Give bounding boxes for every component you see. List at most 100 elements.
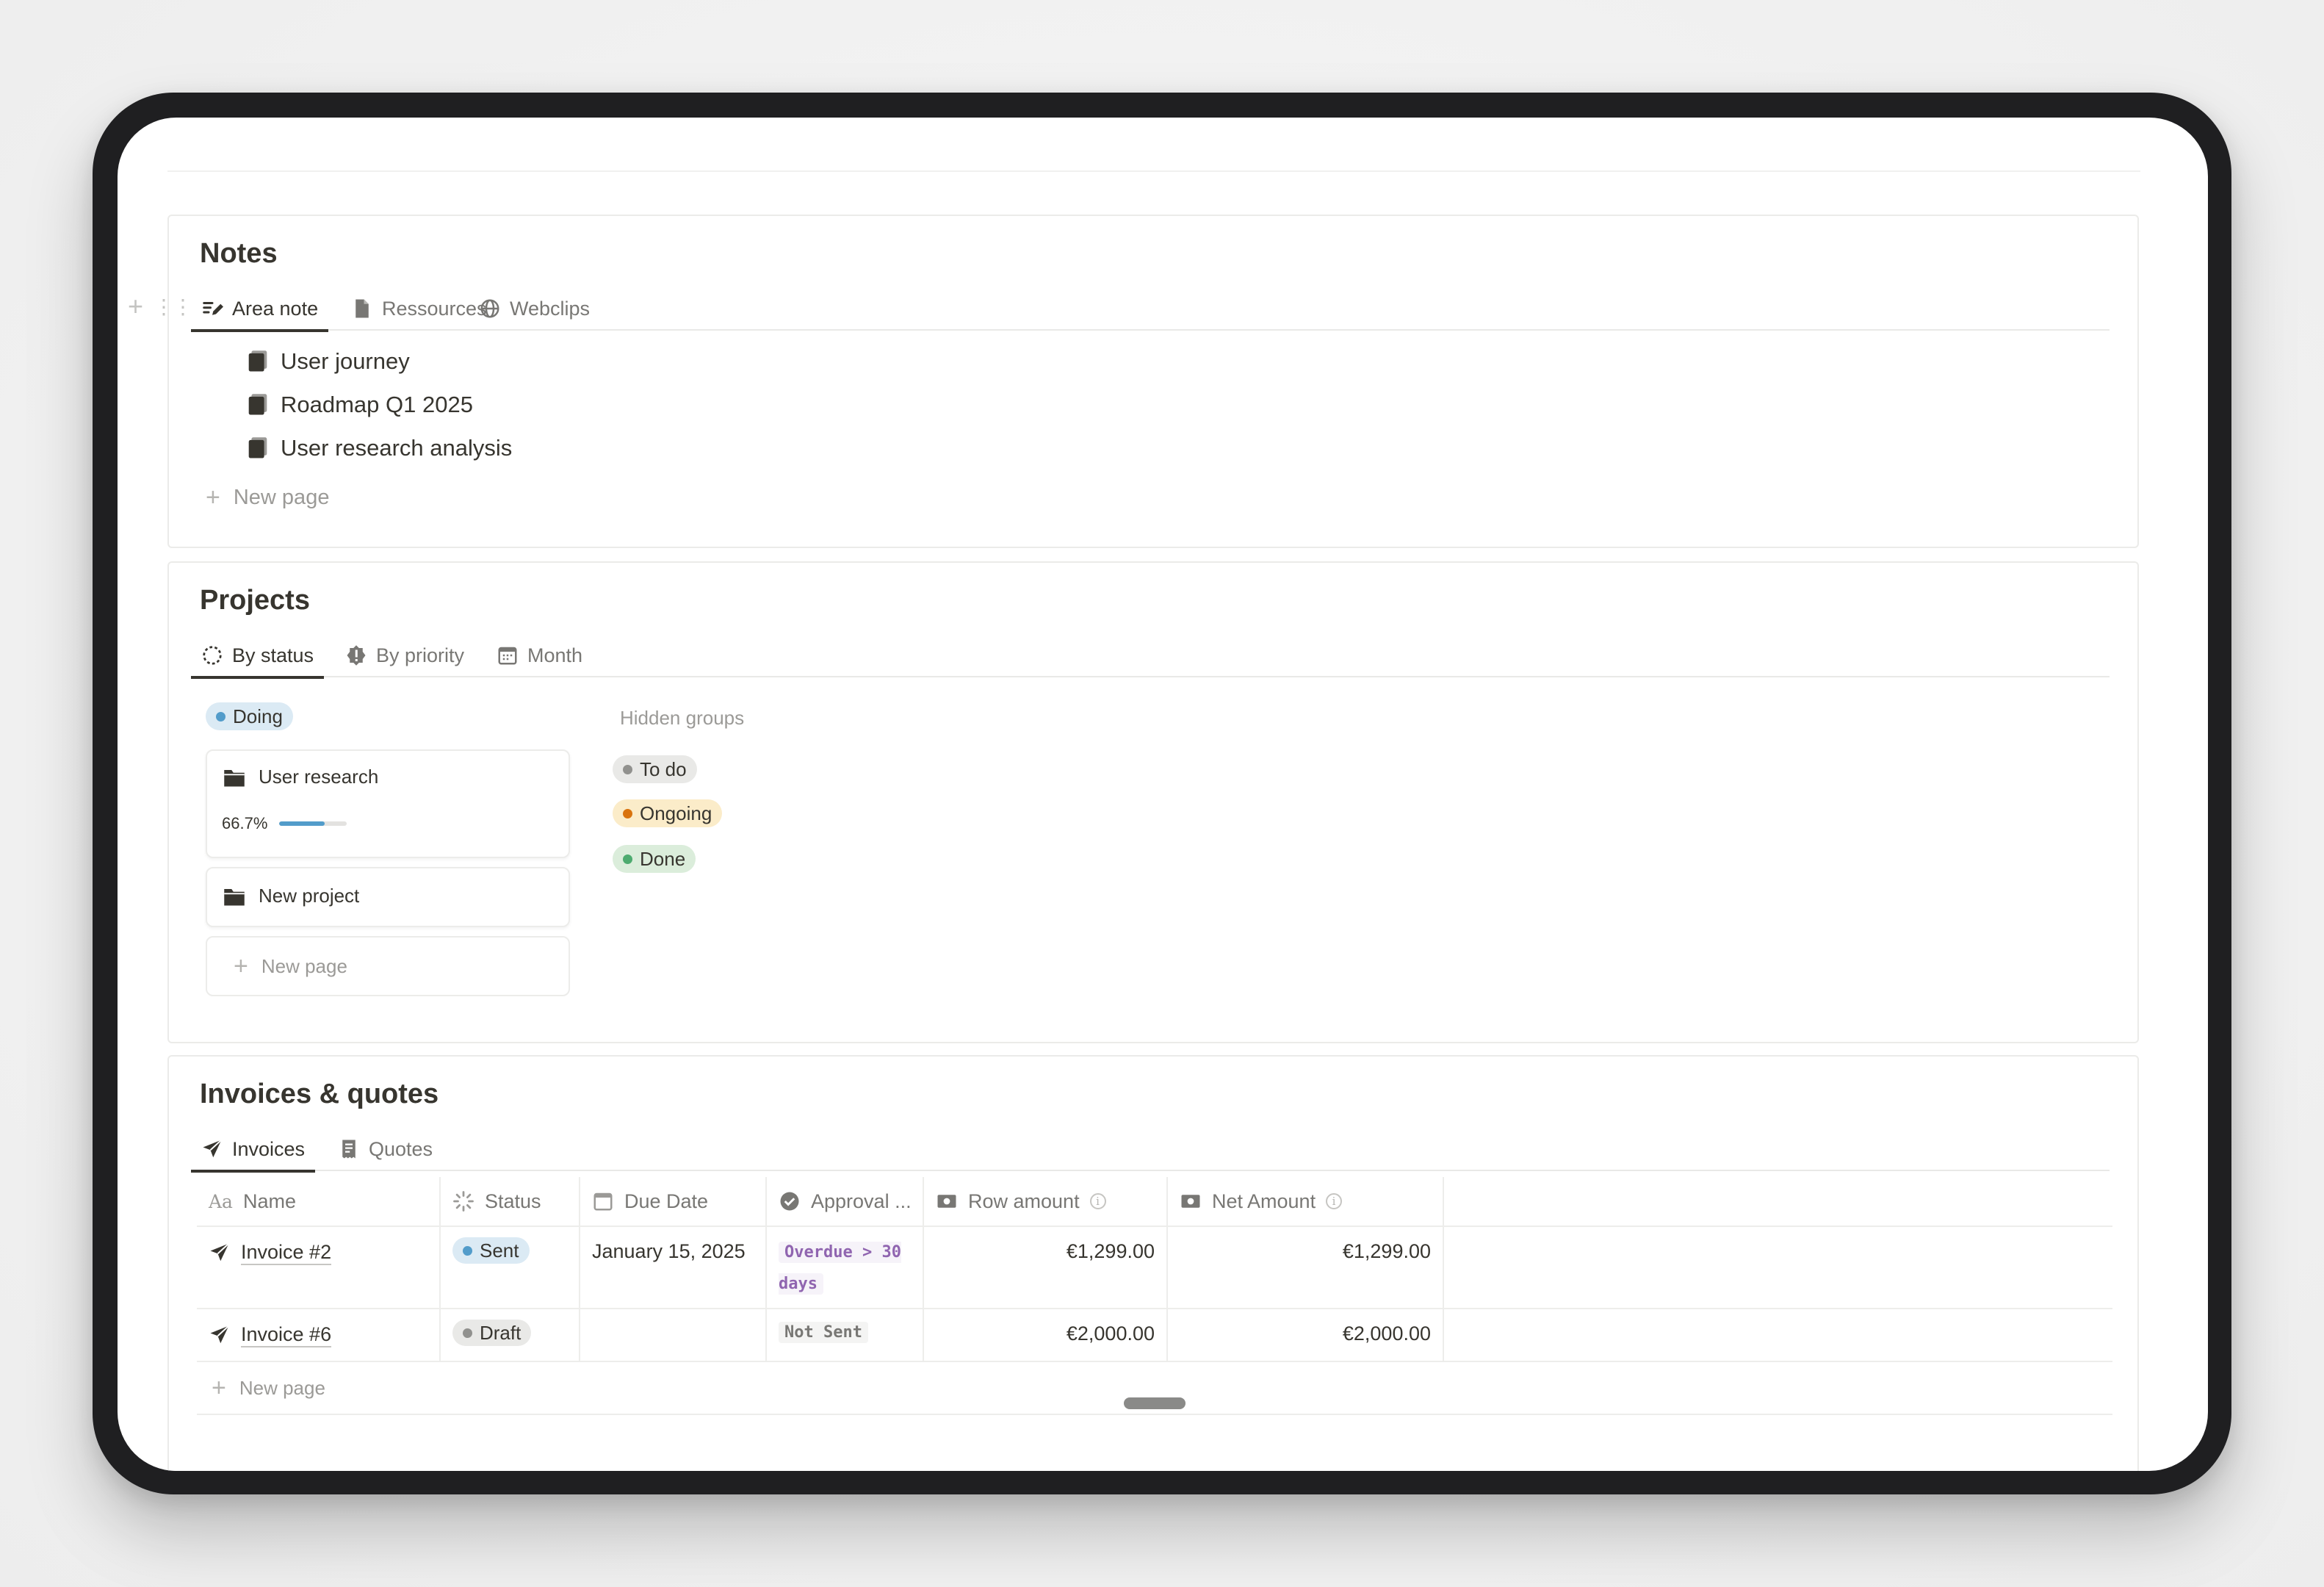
- tablet-screen: Notes Area note Ressources Webclips + ⋮⋮…: [118, 118, 2208, 1471]
- column-header-approval[interactable]: Approval ...: [767, 1177, 924, 1226]
- priority-icon: [347, 645, 366, 666]
- status-dot: [463, 1245, 472, 1256]
- hidden-group-todo[interactable]: To do: [613, 755, 697, 783]
- project-card-title: New project: [223, 885, 359, 907]
- group-header-doing[interactable]: Doing: [206, 702, 293, 730]
- drag-handle-icon[interactable]: ⋮⋮: [154, 295, 193, 319]
- tab-area-note[interactable]: Area note: [191, 287, 329, 332]
- status-badge: To do: [613, 755, 697, 783]
- new-page-button[interactable]: + New page: [206, 483, 329, 512]
- tab-label: Quotes: [369, 1137, 433, 1160]
- project-card[interactable]: User research 66.7%: [206, 749, 570, 858]
- add-block-icon[interactable]: +: [128, 291, 143, 322]
- new-page-label: New page: [239, 1377, 325, 1399]
- info-icon[interactable]: i: [1089, 1193, 1106, 1209]
- cell-net-amount[interactable]: €1,299.00: [1168, 1227, 1444, 1308]
- table-row[interactable]: Invoice #2 Sent January 15, 2025 Overdue…: [197, 1227, 2112, 1309]
- hidden-group-ongoing[interactable]: Ongoing: [613, 799, 723, 827]
- hidden-group-done[interactable]: Done: [613, 845, 696, 873]
- notes-title: Notes: [200, 238, 278, 269]
- cell-due-date[interactable]: [580, 1309, 767, 1361]
- column-label: Due Date: [624, 1190, 709, 1212]
- calendar-icon: [498, 647, 517, 665]
- edit-note-icon: [203, 302, 223, 315]
- status-dot: [216, 711, 225, 721]
- projects-section: Projects By status By priority Month Doi…: [167, 561, 2139, 1043]
- card-title-text: New project: [259, 885, 360, 907]
- table-row[interactable]: Invoice #6 Draft Not Sent €2,000.00 €2,0…: [197, 1309, 2112, 1362]
- tab-invoices[interactable]: Invoices: [191, 1127, 316, 1173]
- column-label: Net Amount: [1212, 1190, 1316, 1212]
- progress-text: 66.7%: [222, 814, 268, 832]
- notes-section: Notes Area note Ressources Webclips + ⋮⋮…: [128, 215, 2139, 548]
- new-page-button[interactable]: + New page: [212, 1374, 325, 1403]
- group-label: To do: [640, 757, 687, 780]
- tab-by-status[interactable]: By status: [191, 633, 325, 679]
- page-title: Roadmap Q1 2025: [281, 392, 473, 417]
- page-item[interactable]: User research analysis: [247, 435, 512, 461]
- group-label: Done: [640, 847, 686, 870]
- cell-approval[interactable]: Overdue > 30 days: [767, 1227, 924, 1308]
- approval-tag: Overdue > 30 days: [779, 1242, 901, 1295]
- new-page-label: New page: [233, 486, 330, 509]
- cell-row-amount[interactable]: €2,000.00: [924, 1309, 1168, 1361]
- tab-month[interactable]: Month: [486, 633, 593, 677]
- column-header-row-amount[interactable]: Row amount i: [924, 1177, 1168, 1226]
- scroll-handle[interactable]: [1124, 1397, 1186, 1409]
- tab-label: By priority: [376, 644, 465, 666]
- send-icon: [203, 1139, 223, 1158]
- project-card[interactable]: New project: [206, 867, 570, 927]
- column-header-status[interactable]: Status: [441, 1177, 580, 1226]
- approval-tag: Not Sent: [779, 1322, 868, 1343]
- cell-status[interactable]: Sent: [441, 1227, 580, 1308]
- cell-net-amount[interactable]: €2,000.00: [1168, 1309, 1444, 1361]
- status-dot: [623, 854, 632, 864]
- projects-title: Projects: [200, 585, 310, 616]
- calendar-icon: [593, 1192, 613, 1211]
- check-circle-icon: [780, 1192, 799, 1211]
- cell-status[interactable]: Draft: [441, 1309, 580, 1361]
- folder-icon: [224, 769, 245, 786]
- new-page-button[interactable]: + New page: [206, 936, 570, 996]
- tab-by-priority[interactable]: By priority: [335, 633, 474, 677]
- cell-approval[interactable]: Not Sent: [767, 1309, 924, 1361]
- status-badge: Done: [613, 845, 696, 873]
- info-icon[interactable]: i: [1326, 1193, 1343, 1209]
- group-label: Ongoing: [640, 802, 712, 824]
- plus-icon: +: [212, 1374, 226, 1402]
- folder-icon: [224, 888, 245, 905]
- new-page-inner: + New page: [234, 952, 347, 981]
- money-icon: [1181, 1195, 1200, 1208]
- cell-row-amount[interactable]: €1,299.00: [924, 1227, 1168, 1308]
- cell-name[interactable]: Invoice #6: [197, 1309, 441, 1361]
- invoice-name: Invoice #6: [241, 1322, 332, 1347]
- cell-due-date[interactable]: January 15, 2025: [580, 1227, 767, 1308]
- money-icon: [937, 1195, 956, 1208]
- column-label: Row amount: [968, 1190, 1080, 1212]
- hidden-groups-label: Hidden groups: [620, 707, 745, 729]
- column-header-net-amount[interactable]: Net Amount i: [1168, 1177, 1444, 1226]
- status-badge: Sent: [452, 1237, 530, 1264]
- progress-fill: [279, 821, 325, 826]
- page-stack-icon: [248, 437, 267, 458]
- column-label: Name: [242, 1190, 296, 1212]
- page-title: User journey: [281, 348, 410, 374]
- invoices-title: Invoices & quotes: [200, 1079, 439, 1109]
- progress: 66.7%: [222, 814, 347, 833]
- send-icon: [210, 1242, 230, 1262]
- tab-quotes[interactable]: Quotes: [328, 1127, 443, 1171]
- card-title-text: User research: [259, 766, 379, 788]
- column-header-name[interactable]: Aa Name: [197, 1177, 441, 1226]
- tab-webclips[interactable]: Webclips: [469, 287, 600, 331]
- tab-label: By status: [232, 644, 314, 666]
- page-item[interactable]: User journey: [247, 348, 410, 375]
- page-item[interactable]: Roadmap Q1 2025: [247, 392, 473, 418]
- status-dot: [623, 764, 632, 774]
- tab-label: Webclips: [510, 297, 591, 320]
- column-header-due-date[interactable]: Due Date: [580, 1177, 767, 1226]
- status-badge: Doing: [206, 702, 293, 730]
- cell-name[interactable]: Invoice #2: [197, 1227, 441, 1308]
- notes-tabs: Area note Ressources Webclips: [191, 287, 2110, 332]
- page-title: User research analysis: [281, 435, 513, 461]
- column-label: Approval ...: [811, 1190, 912, 1212]
